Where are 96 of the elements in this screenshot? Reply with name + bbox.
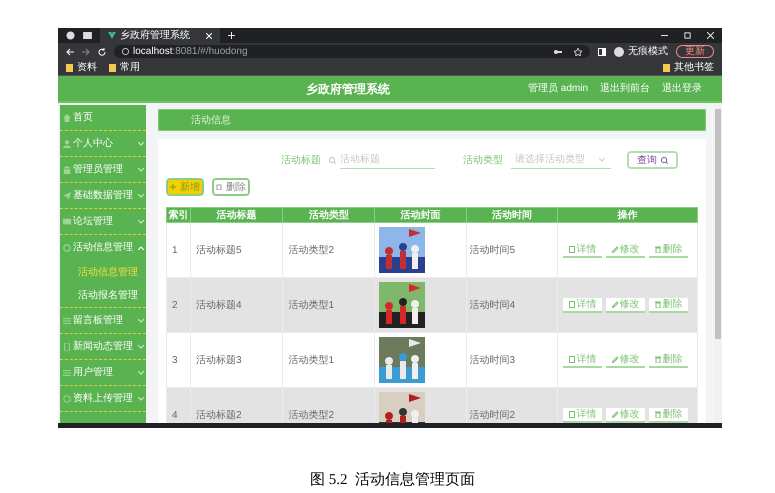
add-button[interactable]: 新增 — [166, 178, 204, 196]
trash-icon — [216, 184, 222, 190]
close-icon[interactable] — [206, 32, 212, 38]
submenu-item[interactable]: 活动报名管理 — [60, 284, 146, 307]
incognito-label: 无痕模式 — [628, 46, 668, 56]
trash-icon — [654, 410, 661, 418]
url-path: :8081/#/huodong — [172, 46, 248, 56]
sidebar-item[interactable]: 活动信息管理 — [60, 235, 146, 261]
field-label: 活动标题 — [281, 154, 321, 168]
folder-icon — [663, 64, 670, 72]
pencil-icon — [612, 356, 618, 362]
restore-icon[interactable] — [684, 32, 691, 39]
column-header: 活动封面 — [374, 208, 466, 222]
key-icon[interactable] — [554, 48, 562, 54]
submenu-item[interactable]: 活动信息管理 — [60, 261, 146, 284]
sidebar-icon[interactable] — [598, 48, 606, 56]
v-logo-icon — [108, 32, 116, 39]
plus-icon — [170, 184, 176, 190]
delete-button[interactable]: 删除 — [649, 298, 688, 312]
sidebar-item[interactable]: 论坛管理 — [60, 209, 146, 235]
column-header: 操作 — [558, 208, 698, 222]
folder-icon — [109, 64, 116, 72]
chevron-down-icon — [599, 158, 605, 162]
trash-icon — [654, 246, 661, 252]
address-bar[interactable]: localhost:8081/#/huodong — [114, 45, 590, 58]
table-cell: 3 — [166, 332, 190, 388]
sidebar-item[interactable]: 个人中心 — [60, 131, 146, 157]
detail-button[interactable]: 详情 — [563, 298, 602, 312]
delete-button[interactable]: 删除 — [212, 178, 250, 196]
header-link[interactable]: 退出登录 — [662, 81, 702, 96]
star-icon[interactable] — [574, 48, 582, 56]
pencil-icon — [612, 410, 618, 418]
browser-tab[interactable]: 乡政府管理系统 — [100, 28, 220, 43]
document-icon — [568, 300, 575, 308]
detail-button[interactable]: 详情 — [563, 352, 602, 368]
column-header: 活动标题 — [190, 208, 283, 222]
update-button[interactable]: 更新 — [676, 45, 714, 58]
pencil-icon — [612, 300, 618, 308]
bookmark-link[interactable]: 其他书签 — [674, 62, 714, 72]
header-link[interactable]: 管理员 admin — [528, 81, 588, 96]
minimize-icon[interactable] — [661, 32, 668, 39]
bookmark-link[interactable]: 资料 — [77, 62, 97, 72]
sidebar-item[interactable]: 管理员管理 — [60, 157, 146, 183]
edit-button[interactable]: 修改 — [606, 408, 646, 422]
edit-button[interactable]: 修改 — [606, 298, 646, 312]
circle-icon — [63, 394, 71, 402]
pencil-icon — [612, 246, 618, 252]
forward-icon[interactable] — [82, 48, 90, 56]
tab-title: 乡政府管理系统 — [120, 30, 191, 40]
type-select[interactable]: 请选择活动类型 — [511, 151, 611, 169]
paper-plane-icon — [63, 192, 71, 200]
search-icon — [661, 156, 668, 164]
app-title: 乡政府管理系统 — [306, 80, 390, 98]
document-icon — [568, 246, 575, 252]
bookmark-link[interactable]: 常用 — [120, 62, 140, 72]
sidebar-item[interactable]: 基础数据管理 — [60, 183, 146, 209]
delete-button[interactable]: 删除 — [649, 352, 688, 368]
title-search-field[interactable]: 活动标题 — [340, 151, 435, 169]
delete-button[interactable]: 删除 — [649, 242, 688, 258]
figure-caption: 图 5.2 活动信息管理页面 — [310, 470, 475, 490]
folder-icon — [66, 64, 73, 72]
column-header: 活动时间 — [466, 208, 558, 222]
list-icon — [63, 368, 71, 376]
table-cell: 2 — [166, 278, 190, 332]
query-button[interactable]: 查询 — [627, 151, 678, 169]
header-link[interactable]: 退出到前台 — [600, 81, 650, 96]
scrollbar[interactable] — [714, 105, 722, 423]
building-icon — [63, 166, 71, 174]
url-host: localhost — [133, 46, 172, 56]
column-header: 活动类型 — [282, 208, 375, 222]
search-icon — [329, 156, 336, 164]
sidebar-item[interactable]: 资料上传管理 — [60, 386, 146, 412]
sidebar-item[interactable]: 用户管理 — [60, 360, 146, 386]
trash-icon — [654, 300, 661, 308]
breadcrumb: 活动信息 — [191, 114, 231, 128]
close-icon[interactable] — [707, 32, 714, 39]
table-cell: 1 — [166, 222, 190, 278]
person-icon — [63, 140, 71, 148]
column-header: 索引 — [166, 208, 190, 222]
delete-button[interactable]: 删除 — [649, 408, 688, 422]
new-tab-icon[interactable] — [228, 32, 235, 39]
document-icon — [568, 410, 575, 418]
list-icon — [63, 316, 71, 324]
edit-button[interactable]: 修改 — [606, 242, 646, 258]
document-icon — [568, 356, 575, 362]
sidebar-item[interactable]: 留言板管理 — [60, 308, 146, 334]
trash-icon — [654, 356, 661, 362]
home-icon — [63, 114, 71, 122]
sidebar-item[interactable]: 首页 — [60, 105, 146, 131]
edit-button[interactable]: 修改 — [606, 352, 646, 368]
reload-icon[interactable] — [98, 48, 106, 56]
detail-button[interactable]: 详情 — [563, 408, 602, 422]
sidebar-item[interactable]: 新闻动态管理 — [60, 334, 146, 360]
field-label: 活动类型 — [463, 154, 503, 168]
detail-button[interactable]: 详情 — [563, 242, 602, 258]
back-icon[interactable] — [66, 48, 74, 56]
